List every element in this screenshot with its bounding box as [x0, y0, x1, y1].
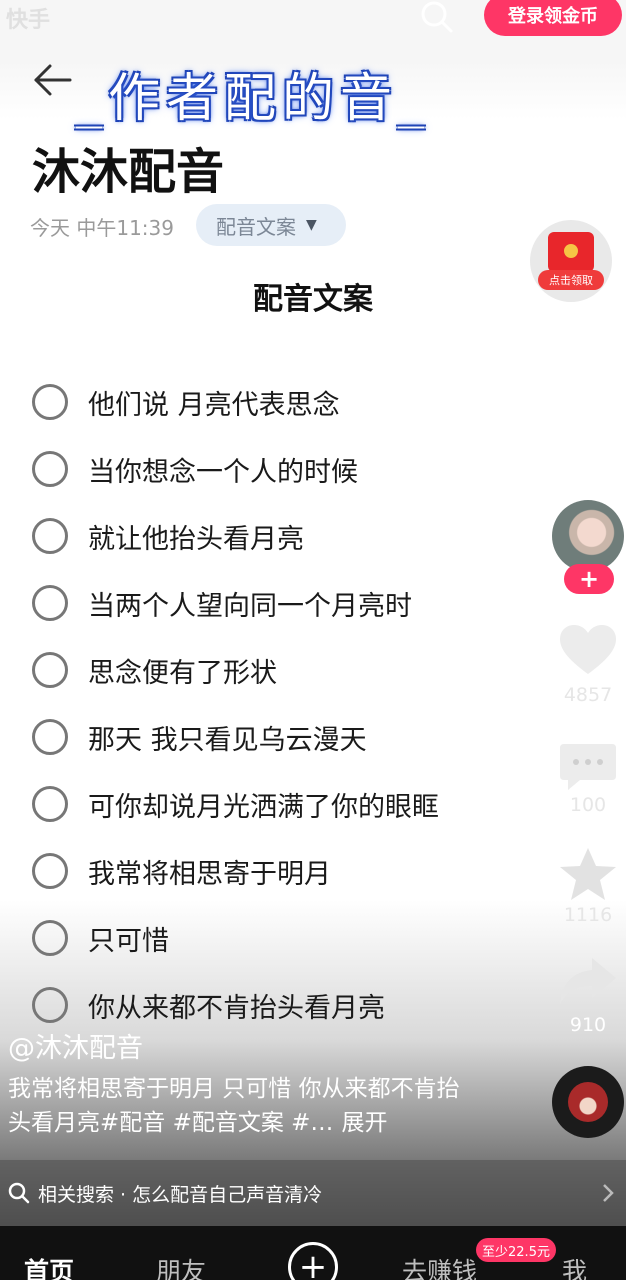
back-arrow-icon[interactable]	[30, 58, 74, 102]
checkbox-circle-icon[interactable]	[32, 518, 68, 554]
list-item-text: 我常将相思寄于明月	[88, 858, 331, 890]
list-item-text: 当你想念一个人的时候	[88, 456, 358, 488]
share-arrow-icon[interactable]	[556, 954, 620, 1010]
list-item-text: 就让他抬头看月亮	[88, 523, 304, 555]
favorite-count: 1116	[563, 904, 613, 926]
list-item[interactable]: 只可惜	[32, 908, 169, 968]
related-search-bar[interactable]: 相关搜索 · 怎么配音自己声音清冷	[0, 1160, 626, 1226]
list-item[interactable]: 那天 我只看见乌云漫天	[32, 707, 367, 767]
nav-home[interactable]: 首页	[24, 1252, 74, 1280]
login-earn-coins-button[interactable]: 登录领金币	[484, 0, 622, 36]
app-logo: 快手	[6, 8, 51, 33]
chevron-right-icon	[603, 1184, 614, 1202]
section-heading: 配音文案	[253, 282, 373, 317]
document-tag-dropdown[interactable]: 配音文案 ▼	[196, 204, 346, 246]
list-item-text: 你从来都不肯抬头看月亮	[88, 992, 385, 1024]
checkbox-circle-icon[interactable]	[32, 652, 68, 688]
heart-icon[interactable]	[556, 622, 620, 678]
checkbox-circle-icon[interactable]	[32, 451, 68, 487]
checkbox-circle-icon[interactable]	[32, 853, 68, 889]
list-item-text: 可你却说月光洒满了你的眼眶	[88, 791, 439, 823]
author-avatar[interactable]	[552, 500, 624, 572]
create-plus-button[interactable]: +	[288, 1242, 338, 1280]
red-packet-widget[interactable]: 点击领取	[530, 220, 612, 302]
video-caption: 我常将相思寄于明月 只可惜 你从来都不肯抬头看月亮#配音 #配音文案 #… 展开	[8, 1072, 468, 1140]
list-item[interactable]: 他们说 月亮代表思念	[32, 372, 340, 432]
list-item-text: 只可惜	[88, 925, 169, 957]
author-handle[interactable]: @沐沐配音	[8, 1026, 143, 1065]
share-count: 910	[569, 1014, 607, 1036]
checkbox-circle-icon[interactable]	[32, 585, 68, 621]
earn-badge: 至少22.5元	[476, 1238, 556, 1262]
list-item[interactable]: 思念便有了形状	[32, 640, 277, 700]
checkbox-circle-icon[interactable]	[32, 920, 68, 956]
nav-me[interactable]: 我	[562, 1252, 587, 1280]
tag-label: 配音文案	[216, 214, 296, 239]
comment-count: 100	[569, 794, 607, 816]
list-item[interactable]: 可你却说月光洒满了你的眼眶	[32, 774, 439, 834]
caption-text: 我常将相思寄于明月 只可惜 你从来都不肯抬头看月亮#配音 #配音文案 #…	[8, 1076, 460, 1136]
red-packet-label: 点击领取	[538, 270, 604, 290]
document-title: 沐沐配音	[32, 144, 225, 200]
list-item[interactable]: 我常将相思寄于明月	[32, 841, 331, 901]
list-item-text: 他们说 月亮代表思念	[88, 389, 340, 421]
checkbox-circle-icon[interactable]	[32, 987, 68, 1023]
related-search-text: 相关搜索 · 怎么配音自己声音清冷	[38, 1184, 323, 1206]
list-item-text: 思念便有了形状	[88, 657, 277, 689]
list-item-text: 那天 我只看见乌云漫天	[88, 724, 367, 756]
nav-friends[interactable]: 朋友	[156, 1252, 206, 1280]
follow-button[interactable]: +	[564, 564, 614, 594]
document-timestamp: 今天 中午11:39	[30, 216, 174, 240]
expand-link[interactable]: 展开	[341, 1110, 387, 1136]
caret-down-icon: ▼	[306, 217, 317, 233]
like-count: 4857	[563, 684, 613, 706]
checkbox-circle-icon[interactable]	[32, 786, 68, 822]
nav-earn[interactable]: 去赚钱	[402, 1252, 477, 1280]
overlay-caption: _作者配的音_	[76, 69, 431, 129]
music-disc[interactable]	[552, 1066, 624, 1138]
checkbox-circle-icon[interactable]	[32, 384, 68, 420]
bottom-nav: 首页 朋友 + 去赚钱 至少22.5元 我	[0, 1226, 626, 1280]
search-icon[interactable]	[420, 0, 454, 34]
star-icon[interactable]	[556, 846, 620, 902]
music-cover-art	[568, 1082, 608, 1122]
search-icon	[8, 1182, 30, 1204]
checkbox-circle-icon[interactable]	[32, 719, 68, 755]
list-item-text: 当两个人望向同一个月亮时	[88, 590, 412, 622]
comment-icon[interactable]	[556, 738, 620, 794]
list-item[interactable]: 就让他抬头看月亮	[32, 506, 304, 566]
list-item[interactable]: 当你想念一个人的时候	[32, 439, 358, 499]
red-envelope-icon	[548, 232, 594, 272]
video-page: 快手 登录领金币 _作者配的音_ 沐沐配音 今天 中午11:39 配音文案 ▼ …	[0, 0, 626, 1280]
list-item[interactable]: 当两个人望向同一个月亮时	[32, 573, 412, 633]
